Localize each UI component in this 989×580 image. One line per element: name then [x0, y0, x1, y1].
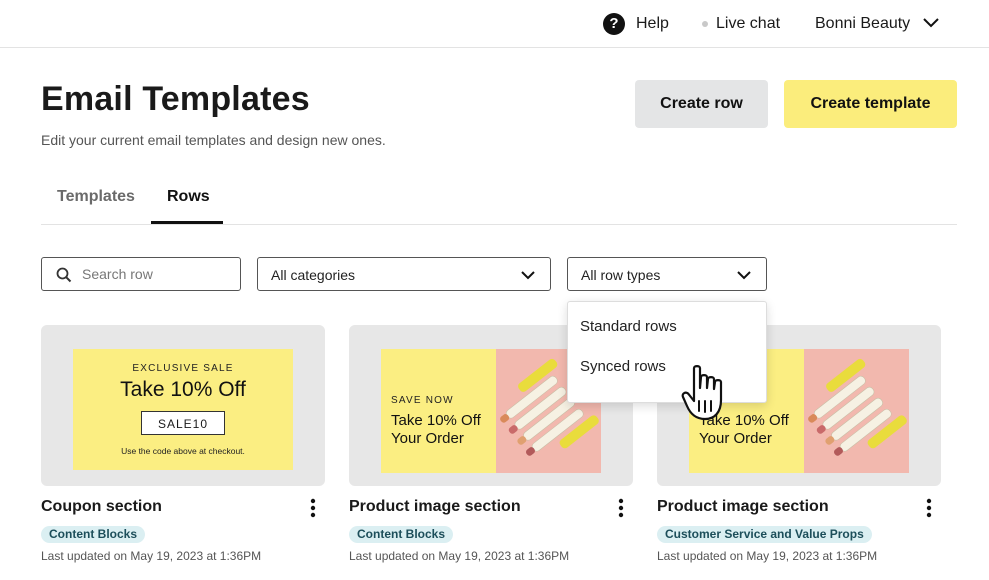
menu-item-standard-rows[interactable]: Standard rows: [580, 318, 677, 335]
menu-item-synced-rows[interactable]: Synced rows: [580, 358, 666, 375]
active-tab-indicator: [151, 221, 223, 224]
category-badge: Content Blocks: [349, 526, 454, 543]
row-type-dropdown-menu: Standard rows Synced rows: [567, 301, 767, 403]
more-options-icon[interactable]: [925, 497, 933, 519]
hand-cursor-icon: [681, 365, 723, 421]
chevron-down-icon: [521, 271, 535, 280]
category-select-value: All categories: [271, 267, 356, 283]
live-chat-link[interactable]: Live chat: [716, 15, 780, 33]
category-badge: Customer Service and Value Props: [657, 526, 872, 543]
create-template-button[interactable]: Create template: [784, 80, 957, 128]
preview-kicker: EXCLUSIVE SALE: [132, 363, 234, 374]
preview-headline: Take 10% Off: [120, 378, 246, 401]
chevron-down-icon: [737, 271, 751, 280]
last-updated-text: Last updated on May 19, 2023 at 1:36PM: [41, 549, 262, 563]
top-bar: ? Help Live chat Bonni Beauty: [0, 0, 989, 48]
help-link[interactable]: Help: [636, 15, 669, 33]
card-title: Product image section: [349, 498, 521, 515]
tab-bar: Templates Rows: [41, 176, 957, 225]
preview-note: Use the code above at checkout.: [121, 446, 245, 456]
row-type-select-value: All row types: [581, 267, 661, 283]
coupon-preview: EXCLUSIVE SALE Take 10% Off SALE10 Use t…: [73, 349, 293, 470]
tab-templates[interactable]: Templates: [57, 188, 135, 206]
category-badge: Content Blocks: [41, 526, 146, 543]
page-subtitle: Edit your current email templates and de…: [41, 132, 386, 148]
page-title: Email Templates: [41, 80, 310, 118]
create-row-button[interactable]: Create row: [635, 80, 768, 128]
search-input[interactable]: [82, 266, 232, 282]
lip-pencils-image: [808, 358, 907, 456]
card-title: Product image section: [657, 498, 829, 515]
search-icon: [56, 267, 72, 283]
help-icon[interactable]: ?: [603, 13, 625, 35]
category-select[interactable]: All categories: [257, 257, 551, 291]
tab-rows[interactable]: Rows: [167, 188, 210, 206]
last-updated-text: Last updated on May 19, 2023 at 1:36PM: [349, 549, 570, 563]
chevron-down-icon[interactable]: [922, 16, 940, 30]
preview-headline: Take 10% Off Your Order: [391, 412, 481, 447]
account-switcher[interactable]: Bonni Beauty: [815, 15, 910, 33]
last-updated-text: Last updated on May 19, 2023 at 1:36PM: [657, 549, 878, 563]
chat-status-dot: [702, 21, 708, 27]
more-options-icon[interactable]: [617, 497, 625, 519]
search-field[interactable]: [41, 257, 241, 291]
row-type-select[interactable]: All row types: [567, 257, 767, 291]
coupon-code-box: SALE10: [141, 411, 225, 435]
more-options-icon[interactable]: [309, 497, 317, 519]
card-title: Coupon section: [41, 498, 162, 515]
row-preview-thumbnail[interactable]: EXCLUSIVE SALE Take 10% Off SALE10 Use t…: [41, 325, 325, 486]
preview-kicker: SAVE NOW: [391, 395, 454, 406]
